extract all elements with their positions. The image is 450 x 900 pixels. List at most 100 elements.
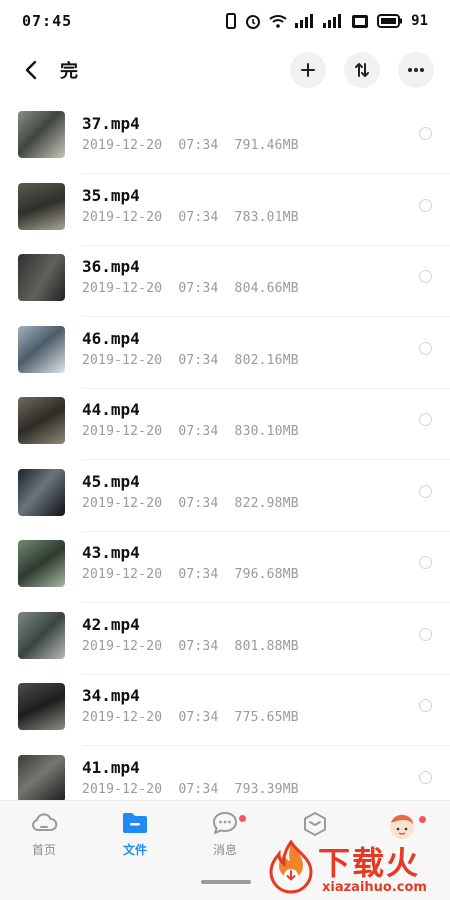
file-size: 793.39MB (234, 781, 299, 797)
file-row[interactable]: 41.mp4 2019-12-20 07:34 793.39MB (0, 746, 450, 800)
add-button[interactable] (290, 52, 326, 88)
cloud-icon (32, 813, 58, 831)
select-checkbox[interactable] (419, 413, 432, 426)
file-date: 2019-12-20 (82, 281, 163, 296)
file-meta: 2019-12-20 07:34 783.01MB (82, 210, 299, 225)
file-row[interactable]: 43.mp4 2019-12-20 07:34 796.68MB (0, 531, 450, 603)
file-meta: 2019-12-20 07:34 796.68MB (82, 567, 299, 582)
file-date: 2019-12-20 (82, 352, 163, 368)
file-name: 37.mp4 (82, 114, 140, 133)
folder-icon (123, 813, 147, 833)
select-checkbox[interactable] (419, 770, 432, 784)
video-thumbnail (18, 182, 65, 230)
tab-home[interactable]: 首页 (14, 811, 74, 858)
file-meta: 2019-12-20 07:34 804.66MB (82, 281, 299, 296)
select-checkbox[interactable] (419, 198, 432, 212)
alarm-icon (246, 15, 261, 29)
file-time: 07:34 (178, 710, 219, 725)
file-name: 41.mp4 (82, 757, 140, 777)
battery-level: 91 (411, 13, 428, 29)
file-row[interactable]: 42.mp4 2019-12-20 07:34 801.88MB (0, 603, 450, 675)
status-bar: 07:45 91 (0, 0, 450, 42)
file-meta: 2019-12-20 07:34 801.88MB (82, 639, 299, 654)
file-time: 07:34 (178, 638, 219, 654)
file-row[interactable]: 37.mp4 2019-12-20 07:34 791.46MB (0, 102, 450, 174)
file-size: 822.98MB (234, 495, 299, 511)
video-thumbnail (18, 754, 65, 800)
file-date: 2019-12-20 (82, 710, 163, 725)
file-time: 07:34 (178, 281, 219, 296)
battery-icon (377, 14, 403, 28)
file-row[interactable]: 35.mp4 2019-12-20 07:34 783.01MB (0, 174, 450, 246)
file-size: 775.65MB (234, 710, 299, 725)
file-time: 07:34 (178, 567, 219, 582)
file-row[interactable]: 34.mp4 2019-12-20 07:34 775.65MB (0, 674, 450, 746)
file-row[interactable]: 36.mp4 2019-12-20 07:34 804.66MB (0, 245, 450, 317)
file-meta: 2019-12-20 07:34 775.65MB (82, 710, 299, 725)
page-title: 完 (60, 61, 78, 82)
video-thumbnail (18, 325, 65, 373)
tab-files-label: 文件 (122, 843, 147, 857)
file-name: 44.mp4 (82, 400, 140, 419)
file-date: 2019-12-20 (82, 638, 163, 654)
file-row[interactable]: 45.mp4 2019-12-20 07:34 822.98MB (0, 460, 450, 532)
wifi-icon (269, 15, 287, 28)
select-checkbox[interactable] (419, 556, 432, 569)
video-thumbnail (18, 611, 65, 659)
select-checkbox[interactable] (419, 484, 432, 498)
file-date: 2019-12-20 (82, 138, 163, 153)
file-meta: 2019-12-20 07:34 791.46MB (82, 138, 299, 153)
file-name: 36.mp4 (82, 257, 140, 276)
file-time: 07:34 (178, 209, 219, 225)
file-row[interactable]: 44.mp4 2019-12-20 07:34 830.10MB (0, 388, 450, 460)
file-time: 07:34 (178, 781, 219, 797)
file-time: 07:34 (178, 495, 219, 511)
select-checkbox[interactable] (419, 270, 432, 283)
file-size: 802.16MB (234, 352, 299, 368)
video-thumbnail (18, 683, 65, 730)
file-name: 45.mp4 (82, 471, 140, 491)
plus-icon (301, 63, 315, 77)
file-date: 2019-12-20 (82, 209, 163, 225)
file-name: 35.mp4 (82, 185, 140, 205)
watermark-text: 下载火 (318, 844, 421, 882)
select-checkbox[interactable] (419, 127, 432, 140)
header-bar: 完 (0, 44, 450, 96)
tab-messages[interactable]: 消息 (195, 811, 255, 858)
notification-dot (239, 815, 246, 822)
file-row[interactable]: 46.mp4 2019-12-20 07:34 802.16MB (0, 317, 450, 389)
watermark-logo: 下载火 xiazaihuo.com (266, 836, 450, 900)
more-button[interactable] (398, 52, 434, 88)
file-time: 07:34 (178, 138, 219, 153)
chat-icon (213, 812, 237, 834)
video-thumbnail (18, 254, 65, 301)
video-thumbnail (18, 111, 65, 158)
file-meta: 2019-12-20 07:34 802.16MB (82, 353, 299, 368)
sort-icon (355, 63, 369, 77)
home-indicator[interactable] (201, 880, 251, 884)
file-date: 2019-12-20 (82, 781, 163, 797)
file-date: 2019-12-20 (82, 567, 163, 582)
select-checkbox[interactable] (419, 627, 432, 641)
back-button[interactable] (16, 50, 46, 90)
file-meta: 2019-12-20 07:34 830.10MB (82, 424, 299, 439)
signal-icon (295, 14, 314, 28)
select-checkbox[interactable] (419, 699, 432, 712)
file-size: 804.66MB (234, 281, 299, 296)
status-icons: 91 (225, 13, 428, 29)
file-time: 07:34 (178, 352, 219, 368)
file-size: 791.46MB (234, 138, 299, 153)
tab-files[interactable]: 文件 (105, 811, 165, 858)
video-thumbnail (18, 397, 65, 444)
file-date: 2019-12-20 (82, 495, 163, 511)
tab-messages-label: 消息 (212, 843, 237, 857)
hd-icon (352, 14, 369, 28)
file-time: 07:34 (178, 424, 219, 439)
file-date: 2019-12-20 (82, 424, 163, 439)
select-checkbox[interactable] (419, 341, 432, 355)
more-icon (408, 68, 424, 72)
file-meta: 2019-12-20 07:34 822.98MB (82, 496, 299, 511)
cube-icon (304, 812, 326, 836)
sort-button[interactable] (344, 52, 380, 88)
file-size: 783.01MB (234, 209, 299, 225)
